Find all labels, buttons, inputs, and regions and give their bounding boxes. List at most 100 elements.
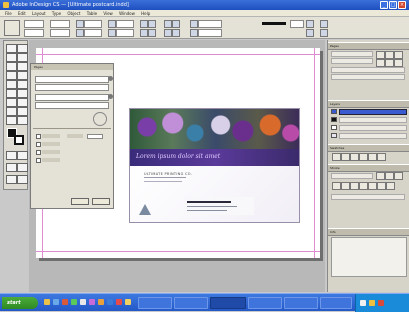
dialog-field-1[interactable] xyxy=(35,76,109,83)
stroke-type-field[interactable] xyxy=(331,194,405,200)
close-button[interactable]: × xyxy=(398,1,406,9)
panel-header-swatches[interactable]: Swatches xyxy=(328,144,409,152)
dialog-checkbox-1[interactable] xyxy=(36,134,41,139)
pen-tool-icon[interactable] xyxy=(6,53,17,62)
swatch-button[interactable] xyxy=(377,153,386,161)
button-tool-icon[interactable] xyxy=(6,107,17,116)
flip-vertical-icon[interactable] xyxy=(148,20,156,28)
rotate-field[interactable] xyxy=(116,20,134,28)
panel-field[interactable] xyxy=(331,58,373,64)
quick-launch-icon[interactable] xyxy=(107,299,113,305)
apply-gradient-icon[interactable] xyxy=(17,151,28,160)
dialog-field-1-button[interactable] xyxy=(108,76,113,81)
menu-edit[interactable]: Edit xyxy=(18,10,26,17)
menu-window[interactable]: Window xyxy=(119,10,135,17)
stroke-type-select[interactable] xyxy=(290,20,304,28)
eyedropper-tool-icon[interactable] xyxy=(6,98,17,107)
start-button[interactable]: start xyxy=(2,297,38,309)
free-transform-tool-icon[interactable] xyxy=(17,89,28,98)
menu-table[interactable]: Table xyxy=(87,10,97,17)
stroke-option-icon[interactable] xyxy=(368,182,377,190)
scale-y-field[interactable] xyxy=(84,29,102,37)
stroke-field[interactable] xyxy=(331,173,373,179)
taskbar-window-button[interactable] xyxy=(284,297,318,309)
text-wrap-icon[interactable] xyxy=(306,29,314,37)
shear-field[interactable] xyxy=(116,29,134,37)
rectangle-tool-icon[interactable] xyxy=(17,71,28,80)
fit-frame-icon[interactable] xyxy=(172,20,180,28)
x-field[interactable] xyxy=(24,20,44,28)
w-field[interactable] xyxy=(50,20,70,28)
align-left-icon[interactable] xyxy=(376,51,385,59)
line-tool-icon[interactable] xyxy=(17,62,28,71)
align-bottom-icon[interactable] xyxy=(394,59,403,67)
stroke-icon[interactable] xyxy=(190,20,198,28)
dialog-checkbox-4[interactable] xyxy=(36,158,41,163)
cap-icon[interactable] xyxy=(376,172,385,180)
y-field[interactable] xyxy=(24,29,44,37)
reference-point-icon[interactable] xyxy=(4,20,20,36)
center-content-icon[interactable] xyxy=(164,29,172,37)
fill-proportionally-icon[interactable] xyxy=(172,29,180,37)
fill-icon[interactable] xyxy=(190,29,198,37)
fit-content-icon[interactable] xyxy=(164,20,172,28)
tray-icon[interactable] xyxy=(360,300,366,306)
stroke-option-icon[interactable] xyxy=(386,182,395,190)
panel-field[interactable] xyxy=(331,67,405,73)
taskbar-window-button[interactable] xyxy=(138,297,172,309)
menu-icon[interactable] xyxy=(320,29,328,37)
panel-field[interactable] xyxy=(331,74,405,80)
join-icon[interactable] xyxy=(385,172,394,180)
quick-launch-icon[interactable] xyxy=(80,299,86,305)
layer-row[interactable] xyxy=(339,125,407,131)
preview-view-icon[interactable] xyxy=(17,163,28,172)
normal-view-icon[interactable] xyxy=(6,163,17,172)
hand-tool-icon[interactable] xyxy=(6,116,17,125)
quick-launch-icon[interactable] xyxy=(62,299,68,305)
shear-tool-icon[interactable] xyxy=(6,89,17,98)
tray-icon[interactable] xyxy=(378,300,384,306)
panel-field[interactable] xyxy=(331,51,373,57)
stroke-swatch-icon[interactable] xyxy=(14,135,24,145)
postcard-artwork[interactable]: Lorem ipsum dolor sit amet ULTIMATE PRIN… xyxy=(129,108,300,223)
scale-y-icon[interactable] xyxy=(76,29,84,37)
layer-row[interactable] xyxy=(339,133,407,139)
menu-file[interactable]: File xyxy=(5,10,12,17)
quick-launch-icon[interactable] xyxy=(44,299,50,305)
angle-dial-icon[interactable] xyxy=(93,112,107,126)
stroke-weight-field[interactable] xyxy=(198,20,222,28)
swatch-button[interactable] xyxy=(332,153,341,161)
apply-color-icon[interactable] xyxy=(6,151,17,160)
layer-row[interactable] xyxy=(339,117,407,123)
taskbar-window-button[interactable] xyxy=(248,297,282,309)
stroke-option-icon[interactable] xyxy=(350,182,359,190)
flip-horizontal-icon[interactable] xyxy=(140,20,148,28)
zoom-tool-icon[interactable] xyxy=(17,116,28,125)
taskbar-window-button-active[interactable] xyxy=(210,297,246,309)
dialog-field-2[interactable] xyxy=(35,84,109,91)
scale-x-field[interactable] xyxy=(84,20,102,28)
quick-launch-icon[interactable] xyxy=(125,299,131,305)
menu-layout[interactable]: Layout xyxy=(32,10,46,17)
menu-view[interactable]: View xyxy=(103,10,113,17)
panel-header-pages[interactable]: Pages xyxy=(328,42,409,50)
rotate-icon[interactable] xyxy=(108,20,116,28)
select-content-icon[interactable] xyxy=(148,29,156,37)
panel-header-info[interactable]: Info xyxy=(328,228,409,236)
select-container-icon[interactable] xyxy=(140,29,148,37)
dialog-field-3-button[interactable] xyxy=(108,94,113,99)
dialog-option-field[interactable] xyxy=(87,134,103,139)
toggle-panel-icon[interactable] xyxy=(320,20,328,28)
type-tool-icon[interactable] xyxy=(17,53,28,62)
dialog-field-3[interactable] xyxy=(35,94,109,101)
selection-tool-icon[interactable] xyxy=(6,44,17,53)
align-middle-icon[interactable] xyxy=(385,59,394,67)
scissors-tool-icon[interactable] xyxy=(17,107,28,116)
menu-object[interactable]: Object xyxy=(67,10,80,17)
ok-button[interactable] xyxy=(71,198,89,205)
panel-header-stroke[interactable]: Stroke xyxy=(328,164,409,172)
quick-launch-icon[interactable] xyxy=(53,299,59,305)
quick-launch-icon[interactable] xyxy=(98,299,104,305)
scale-tool-icon[interactable] xyxy=(17,80,28,89)
maximize-button[interactable]: □ xyxy=(389,1,397,9)
